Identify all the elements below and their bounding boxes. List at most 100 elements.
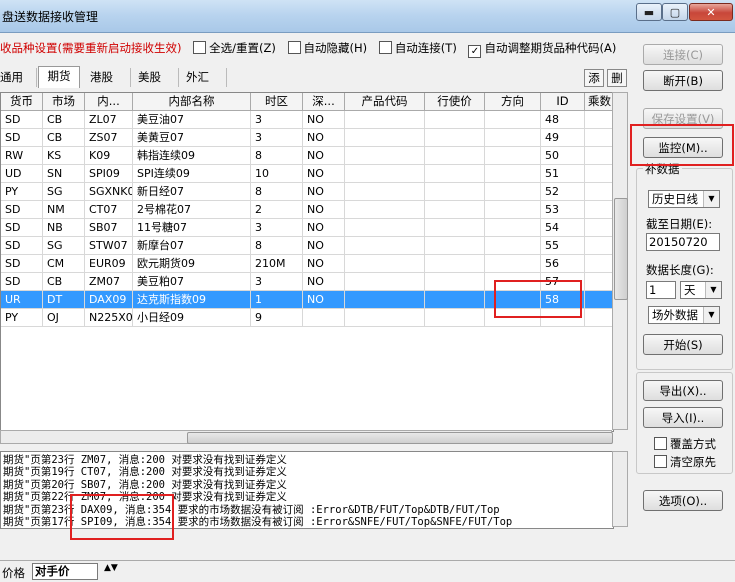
cell-col-internal-name[interactable]: SPI连续09 — [133, 165, 251, 183]
cell-col-internal-code[interactable]: SB07 — [85, 219, 133, 237]
cell-col-internal-code[interactable]: ZS07 — [85, 129, 133, 147]
cell-col-timezone[interactable]: 9 — [251, 309, 303, 327]
close-button[interactable]: ✕ — [689, 3, 733, 21]
cell-col-multiplier[interactable] — [585, 129, 613, 147]
cell-col-product-code[interactable] — [345, 237, 425, 255]
table-row[interactable]: SD SG STW07 新摩台07 8 NO 55 — [1, 237, 613, 255]
grid-horizontal-scrollbar[interactable] — [0, 430, 613, 444]
cell-col-internal-code[interactable]: EUR09 — [85, 255, 133, 273]
cell-col-product-code[interactable] — [345, 309, 425, 327]
cell-col-timezone[interactable]: 3 — [251, 129, 303, 147]
cell-col-depth[interactable]: NO — [303, 183, 345, 201]
cell-col-direction[interactable] — [485, 201, 541, 219]
options-button[interactable]: 选项(O).. — [643, 490, 723, 511]
cell-col-id[interactable]: 53 — [541, 201, 585, 219]
cell-col-strike[interactable] — [425, 201, 485, 219]
cell-col-timezone[interactable]: 3 — [251, 273, 303, 291]
cell-col-multiplier[interactable] — [585, 219, 613, 237]
tab-hk-stocks[interactable]: 港股 — [90, 68, 131, 87]
auto-hide-checkbox[interactable] — [287, 41, 301, 54]
table-row[interactable]: PYSGSGXNK07新日经078NO 52 — [1, 183, 613, 201]
cell-col-depth[interactable]: NO — [303, 273, 345, 291]
cell-col-multiplier[interactable] — [585, 111, 613, 129]
cell-col-internal-code[interactable]: K09 — [85, 147, 133, 165]
cell-col-market[interactable]: SG — [43, 237, 85, 255]
cell-col-currency[interactable]: SD — [1, 255, 43, 273]
cell-col-strike[interactable] — [425, 147, 485, 165]
table-row[interactable]: SD NM CT07 2号棉花07 2 NO 53 — [1, 201, 613, 219]
cell-col-strike[interactable] — [425, 255, 485, 273]
clear-original-checkbox[interactable] — [654, 455, 667, 468]
price-type-select[interactable]: 对手价 — [32, 563, 98, 580]
cell-col-depth[interactable]: NO — [303, 147, 345, 165]
select-all-checkbox[interactable] — [193, 41, 207, 54]
cell-col-multiplier[interactable] — [585, 273, 613, 291]
table-row[interactable]: SD NB SB07 11号糖07 3 NO 54 — [1, 219, 613, 237]
minimize-button[interactable]: ▬ — [636, 3, 662, 21]
cell-col-direction[interactable] — [485, 183, 541, 201]
cell-col-depth[interactable]: NO — [303, 255, 345, 273]
cell-col-direction[interactable] — [485, 165, 541, 183]
cell-col-currency[interactable]: PY — [1, 309, 43, 327]
import-button[interactable]: 导入(I).. — [643, 407, 723, 428]
cell-col-currency[interactable]: SD — [1, 237, 43, 255]
auto-adjust-checkbox[interactable]: ✓ — [468, 45, 482, 58]
table-row[interactable]: SD CM EUR09 欧元期货09 210M NO 56 — [1, 255, 613, 273]
grid-horizontal-scroll-thumb[interactable] — [187, 432, 613, 444]
start-button[interactable]: 开始(S) — [643, 334, 723, 355]
cell-col-currency[interactable]: SD — [1, 111, 43, 129]
overwrite-option[interactable]: 覆盖方式 — [654, 436, 716, 452]
header-col-internal-code[interactable]: 内... — [85, 93, 133, 110]
cell-col-market[interactable]: CM — [43, 255, 85, 273]
data-length-unit-select[interactable]: 天 ▼ — [680, 281, 722, 299]
cell-col-direction[interactable] — [485, 255, 541, 273]
header-col-id[interactable]: ID — [541, 93, 585, 110]
cell-col-direction[interactable] — [485, 129, 541, 147]
cell-col-depth[interactable]: NO — [303, 291, 345, 309]
cell-col-timezone[interactable]: 8 — [251, 237, 303, 255]
cell-col-id[interactable]: 55 — [541, 237, 585, 255]
cell-col-strike[interactable] — [425, 111, 485, 129]
data-length-input[interactable]: 1 — [646, 281, 676, 299]
cell-col-internal-name[interactable]: 新日经07 — [133, 183, 251, 201]
cell-col-strike[interactable] — [425, 237, 485, 255]
cell-col-id[interactable]: 50 — [541, 147, 585, 165]
cell-col-internal-code[interactable]: CT07 — [85, 201, 133, 219]
cell-col-currency[interactable]: UR — [1, 291, 43, 309]
cell-col-multiplier[interactable] — [585, 147, 613, 165]
cell-col-internal-code[interactable]: N225X09 — [85, 309, 133, 327]
grid-vertical-scrollbar[interactable] — [612, 92, 628, 430]
tab-general[interactable]: 通用 — [0, 68, 37, 87]
cell-col-product-code[interactable] — [345, 255, 425, 273]
table-row[interactable]: SD CB ZL07 美豆油07 3 NO 48 — [1, 111, 613, 129]
cell-col-internal-code[interactable]: SGXNK07 — [85, 183, 133, 201]
header-col-strike[interactable]: 行使价 — [425, 93, 485, 110]
futures-grid[interactable]: 货币 市场 内... 内部名称 时区 深... 产品代码 行使价 方向 ID 乘数 SD CB ZL07… — [0, 92, 614, 432]
table-row[interactable]: RW KS K09 韩指连续09 8 NO 50 — [1, 147, 613, 165]
spinner-icon[interactable]: ▲▼ — [104, 563, 118, 573]
cell-col-depth[interactable]: NO — [303, 165, 345, 183]
cell-col-id[interactable]: 52 — [541, 183, 585, 201]
cell-col-strike[interactable] — [425, 183, 485, 201]
disconnect-button[interactable]: 断开(B) — [643, 70, 723, 91]
data-source-select[interactable]: 场外数据 ▼ — [648, 306, 720, 324]
delete-row-button[interactable]: 删 — [607, 69, 627, 87]
clear-original-option[interactable]: 清空原先 — [654, 454, 716, 470]
cell-col-strike[interactable] — [425, 273, 485, 291]
cell-col-timezone[interactable]: 10 — [251, 165, 303, 183]
export-button[interactable]: 导出(X).. — [643, 380, 723, 401]
cell-col-currency[interactable]: RW — [1, 147, 43, 165]
cell-col-internal-name[interactable]: 韩指连续09 — [133, 147, 251, 165]
cell-col-currency[interactable]: SD — [1, 219, 43, 237]
table-row[interactable]: UD SN SPI09 SPI连续09 10 NO 51 — [1, 165, 613, 183]
cell-col-currency[interactable]: PY — [1, 183, 43, 201]
header-col-currency[interactable]: 货币 — [1, 93, 43, 110]
maximize-button[interactable]: ▢ — [662, 3, 688, 21]
cell-col-product-code[interactable] — [345, 111, 425, 129]
cell-col-product-code[interactable] — [345, 183, 425, 201]
cell-col-internal-name[interactable]: 2号棉花07 — [133, 201, 251, 219]
add-row-button[interactable]: 添 — [584, 69, 604, 87]
cell-col-currency[interactable]: SD — [1, 273, 43, 291]
auto-connect-option[interactable]: 自动连接(T) — [371, 41, 457, 55]
header-col-product-code[interactable]: 产品代码 — [345, 93, 425, 110]
